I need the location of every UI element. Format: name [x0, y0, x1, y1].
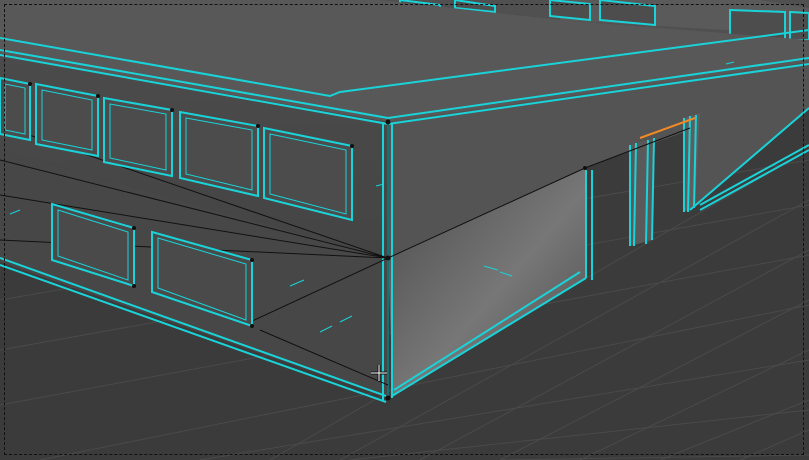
scene-canvas[interactable]	[0, 0, 809, 460]
3d-viewport[interactable]	[0, 0, 809, 460]
